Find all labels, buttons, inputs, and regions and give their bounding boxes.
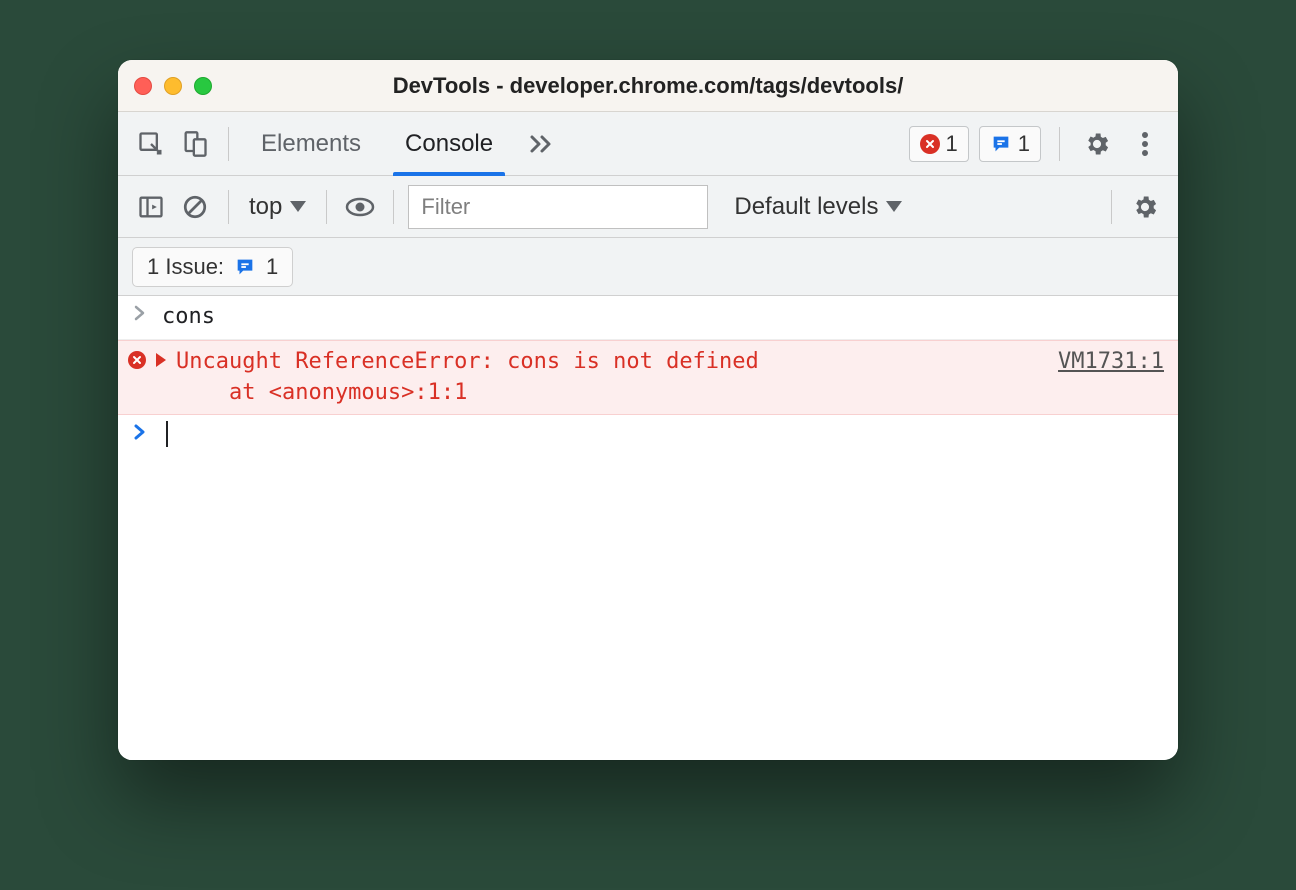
tab-label: Elements <box>261 130 361 158</box>
text-caret <box>166 421 168 447</box>
minimize-window-button[interactable] <box>164 77 182 95</box>
toolbar-divider <box>1111 190 1112 224</box>
error-icon <box>920 134 940 154</box>
issue-icon <box>234 256 256 278</box>
execution-context-selector[interactable]: top <box>243 193 312 221</box>
chevron-down-icon <box>290 201 306 212</box>
console-error-row: Uncaught ReferenceError: cons is not def… <box>118 340 1178 416</box>
settings-icon[interactable] <box>1078 125 1116 163</box>
tab-label: Console <box>405 130 493 158</box>
open-issues-button[interactable]: 1 Issue: 1 <box>132 247 293 287</box>
levels-label: Default levels <box>734 193 878 221</box>
toolbar-divider <box>228 127 229 161</box>
error-icon <box>128 351 146 369</box>
tab-console[interactable]: Console <box>387 112 511 175</box>
input-chevron-icon <box>128 302 152 322</box>
kebab-menu-icon[interactable] <box>1126 125 1164 163</box>
titlebar: DevTools - developer.chrome.com/tags/dev… <box>118 60 1178 112</box>
issues-pill-count: 1 <box>266 254 278 280</box>
prompt-chevron-icon <box>128 421 152 441</box>
toolbar-divider <box>393 190 394 224</box>
device-toolbar-icon[interactable] <box>176 125 214 163</box>
devtools-window: DevTools - developer.chrome.com/tags/dev… <box>118 60 1178 760</box>
live-expression-icon[interactable] <box>341 188 379 226</box>
close-window-button[interactable] <box>134 77 152 95</box>
context-label: top <box>249 193 282 221</box>
console-prompt-row[interactable] <box>118 415 1178 453</box>
issue-icon <box>990 133 1012 155</box>
console-input-echo-row: cons <box>118 296 1178 340</box>
toggle-console-sidebar-icon[interactable] <box>132 188 170 226</box>
console-settings-icon[interactable] <box>1126 188 1164 226</box>
toolbar-divider <box>228 190 229 224</box>
log-levels-selector[interactable]: Default levels <box>728 193 908 221</box>
issues-label: 1 Issue: <box>147 254 224 280</box>
window-controls <box>134 77 212 95</box>
issues-bar: 1 Issue: 1 <box>118 238 1178 296</box>
panel-tabs: Elements Console <box>243 112 567 175</box>
more-tabs-button[interactable] <box>519 112 567 175</box>
issues-badge[interactable]: 1 <box>979 126 1041 162</box>
error-source-link[interactable]: VM1731:1 <box>1058 347 1164 374</box>
console-toolbar: top Default levels <box>118 176 1178 238</box>
zoom-window-button[interactable] <box>194 77 212 95</box>
console-input-text: cons <box>162 302 1164 333</box>
filter-input[interactable] <box>408 185 708 229</box>
tab-elements[interactable]: Elements <box>243 112 379 175</box>
errors-badge[interactable]: 1 <box>909 126 969 162</box>
console-output: cons Uncaught ReferenceError: cons is no… <box>118 296 1178 760</box>
main-toolbar: Elements Console 1 1 <box>118 112 1178 176</box>
issues-count: 1 <box>1018 131 1030 157</box>
inspect-element-icon[interactable] <box>132 125 170 163</box>
toolbar-divider <box>326 190 327 224</box>
chevron-down-icon <box>886 201 902 212</box>
expand-error-icon[interactable] <box>156 353 166 367</box>
error-message: Uncaught ReferenceError: cons is not def… <box>176 347 1048 409</box>
clear-console-icon[interactable] <box>176 188 214 226</box>
window-title: DevTools - developer.chrome.com/tags/dev… <box>118 73 1178 99</box>
toolbar-divider <box>1059 127 1060 161</box>
chevrons-right-icon <box>529 134 557 154</box>
errors-count: 1 <box>946 131 958 157</box>
